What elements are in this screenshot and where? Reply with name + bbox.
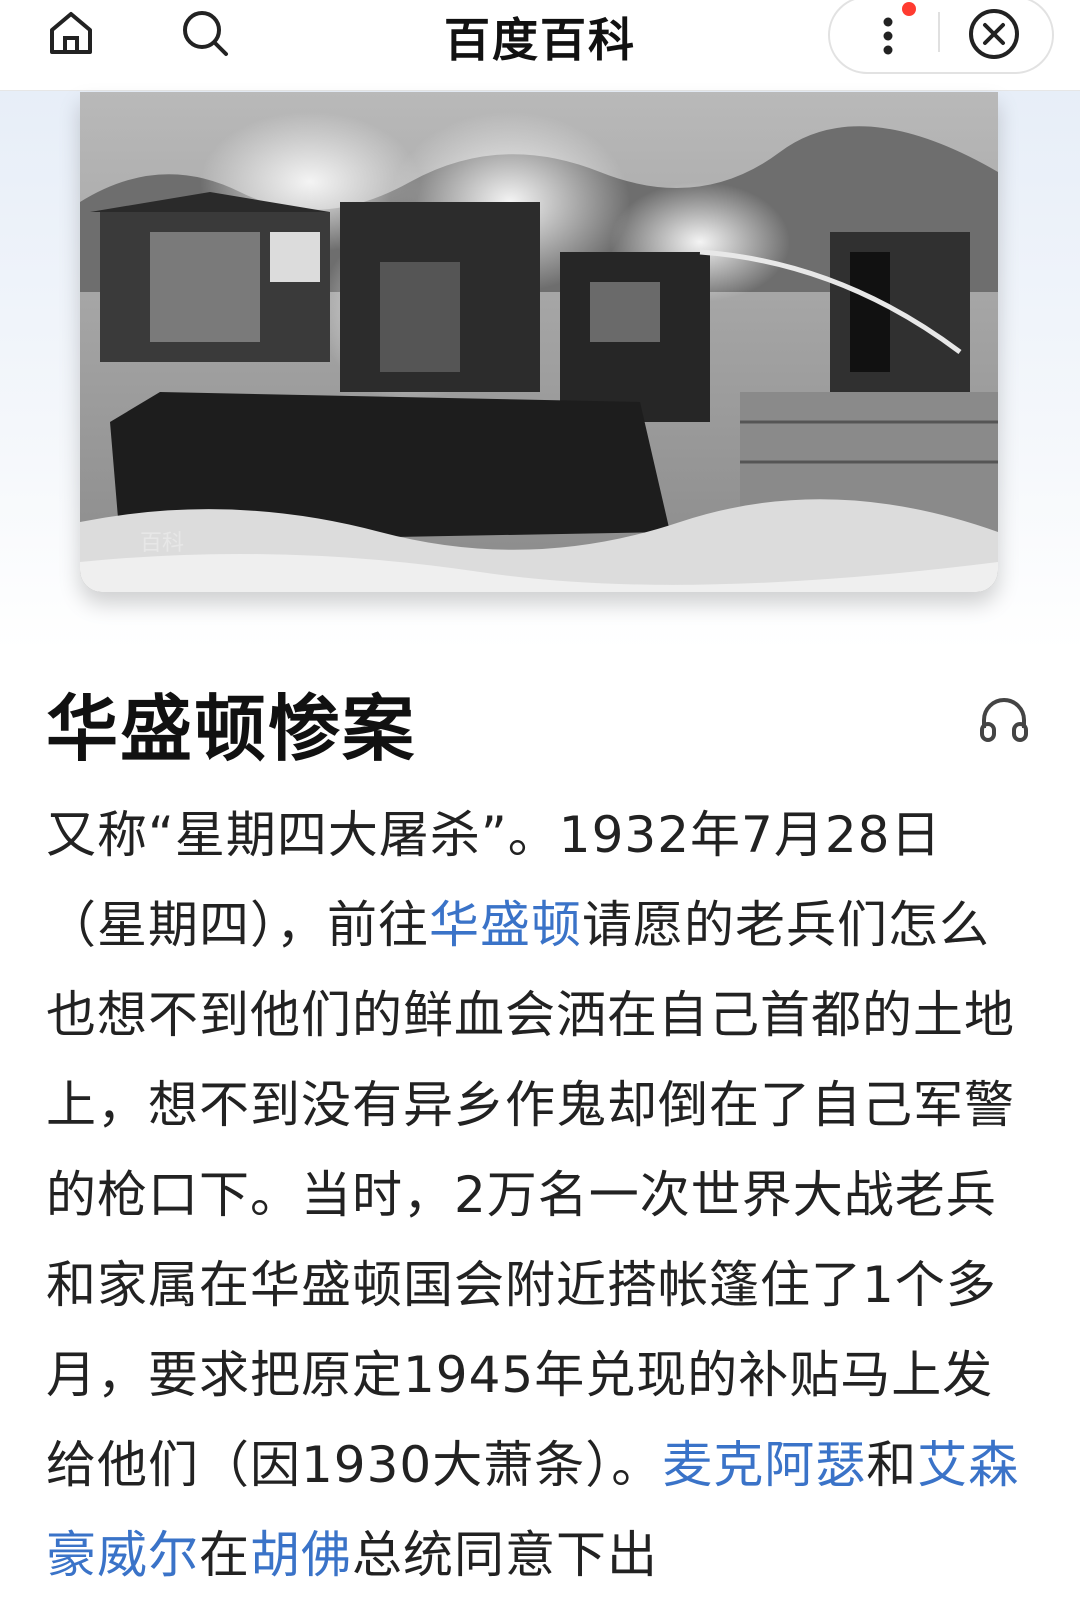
close-icon[interactable]: [966, 6, 1022, 62]
image-watermark: 百科: [140, 531, 184, 556]
headphones-icon[interactable]: [978, 694, 1030, 746]
entry-title: 华盛顿惨案: [46, 687, 417, 771]
article-text: 在: [199, 1526, 250, 1584]
article-text: 总统同意下出: [352, 1526, 658, 1584]
notification-dot: [902, 2, 916, 16]
top-bar: 百度百科: [0, 0, 1080, 91]
burning-shacks-photo: 百科: [80, 92, 998, 592]
entry-photo[interactable]: 百科: [80, 92, 998, 592]
capsule-divider: [938, 12, 940, 52]
link-hoover[interactable]: 胡佛: [250, 1526, 352, 1584]
article-text: 请愿的老兵们怎么也想不到他们的鲜血会洒在自己首都的土地上，想不到没有异乡作鬼却倒…: [46, 896, 1015, 1494]
link-macarthur[interactable]: 麦克阿瑟: [662, 1436, 866, 1494]
article-text: 和: [866, 1436, 918, 1494]
article-summary: 又称“星期四大屠杀”。1932年7月28日（星期四），前往华盛顿请愿的老兵们怎么…: [46, 790, 1036, 1600]
mini-program-capsule: [828, 0, 1054, 74]
link-washington[interactable]: 华盛顿: [429, 896, 582, 954]
